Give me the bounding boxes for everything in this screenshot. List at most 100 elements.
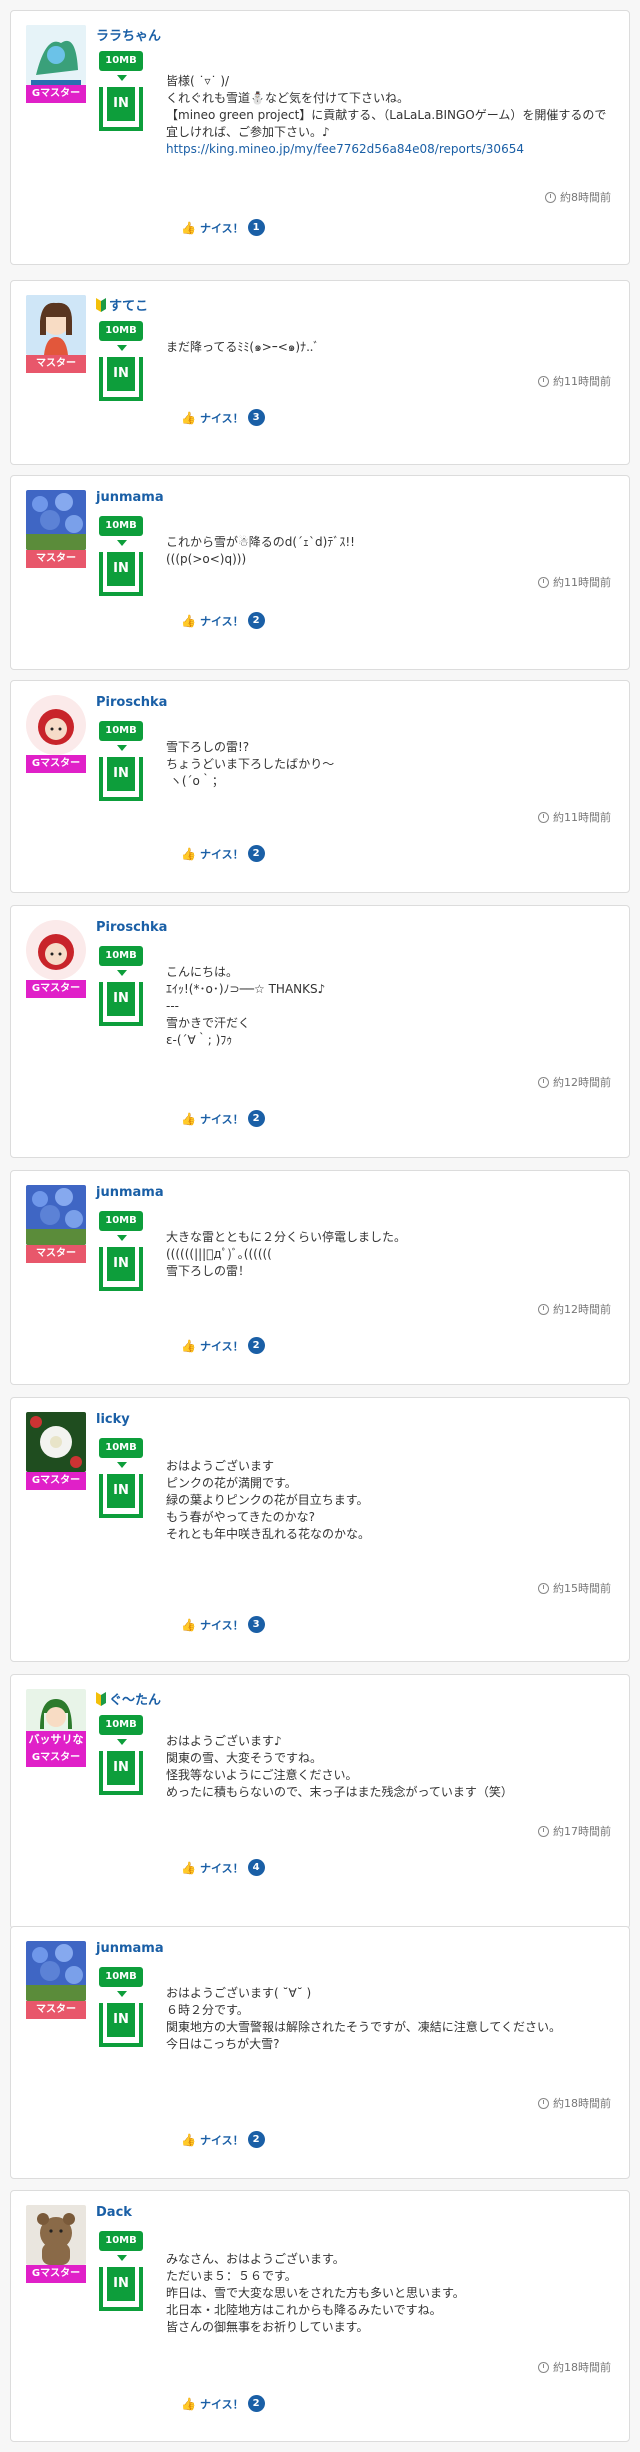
clock-icon (538, 576, 549, 588)
rank-badge-top: バッサリな (26, 1731, 86, 1749)
inbox-icon: IN (99, 982, 143, 1026)
inbox-icon: IN (99, 357, 143, 401)
down-arrow-icon (117, 345, 127, 351)
clock-icon (538, 375, 549, 387)
username-link[interactable]: Dack (96, 2205, 132, 2220)
post-card: Gマスター Dack 10MB IN みなさん、おはようございます。 ただいま５… (10, 2190, 630, 2442)
capacity-badge: 10MB (99, 946, 143, 966)
rank-badge: マスター (26, 355, 86, 373)
beginner-mark-icon (96, 1691, 106, 1706)
clock-icon (538, 2097, 549, 2109)
nice-button[interactable]: 👍 ナイス！ 2 (181, 1337, 265, 1354)
post-card: マスター junmama 10MB IN 大きな雷とともに２分くらい停電しました… (10, 1170, 630, 1385)
post-time-text: 約12時間前 (553, 1076, 611, 1089)
post-time-text: 約17時間前 (553, 1825, 611, 1838)
rank-badge: Gマスター (26, 755, 86, 773)
beginner-mark-icon (96, 297, 106, 312)
username-link[interactable]: junmama (96, 1941, 164, 1956)
nice-count: 2 (247, 2395, 265, 2412)
nice-count: 2 (247, 845, 265, 862)
avatar[interactable] (26, 920, 86, 980)
username-text[interactable]: licky (96, 1412, 130, 1427)
nice-button[interactable]: 👍 ナイス！ 3 (181, 1616, 265, 1633)
post-time-text: 約11時間前 (553, 576, 611, 589)
username-link[interactable]: すてこ (96, 295, 148, 314)
capacity-badge: 10MB (99, 516, 143, 536)
inbox-label: IN (107, 1751, 135, 1785)
report-link[interactable]: https://king.mineo.jp/my/fee7762d56a84e0… (166, 142, 524, 156)
thumbs-up-icon: 👍 (181, 1111, 196, 1126)
inbox-label: IN (107, 552, 135, 586)
username-link[interactable]: licky (96, 1412, 130, 1427)
username-link[interactable]: ララちゃん (96, 25, 161, 44)
rank-badge: Gマスター (26, 980, 86, 998)
nice-button[interactable]: 👍 ナイス！ 2 (181, 2131, 265, 2148)
avatar[interactable] (26, 1412, 86, 1472)
nice-label: ナイス！ (199, 847, 244, 861)
username-link[interactable]: Piroschka (96, 920, 167, 935)
message-text: こんにちは。 ｴｲｯ!(*･o･)ﾉ⊃──☆ THANKS♪ --- 雪かきで汗… (166, 965, 326, 1047)
nice-count: 1 (247, 219, 265, 236)
inbox-icon: IN (99, 552, 143, 596)
username-link[interactable]: Piroschka (96, 695, 167, 710)
username-link[interactable]: junmama (96, 1185, 164, 1200)
message-text: これから雪が☃降るのd(´ｪ`d)ﾃﾞｽ!! (((p(>o<)q))) (166, 535, 355, 566)
username-link[interactable]: ぐ〜たん (96, 1689, 161, 1708)
post-time-text: 約12時間前 (553, 1303, 611, 1316)
rank-badge: Gマスター (26, 85, 86, 103)
post-time: 約18時間前 (538, 2359, 611, 2375)
avatar[interactable] (26, 1941, 86, 2001)
avatar[interactable] (26, 295, 86, 355)
nice-button[interactable]: 👍 ナイス！ 2 (181, 2395, 265, 2412)
post-time: 約8時間前 (545, 189, 611, 205)
nice-count: 3 (247, 409, 265, 426)
nice-label: ナイス！ (199, 614, 244, 628)
username-text[interactable]: ララちゃん (96, 25, 161, 44)
avatar[interactable] (26, 1185, 86, 1245)
rank-badge: Gマスター (26, 1749, 86, 1767)
thumbs-up-icon: 👍 (181, 1860, 196, 1875)
nice-label: ナイス！ (199, 1112, 244, 1126)
down-arrow-icon (117, 1991, 127, 1997)
post-time-text: 約11時間前 (553, 811, 611, 824)
post-card: マスター すてこ 10MB IN まだ降ってるﾐﾐ(๑>ｰ<๑)ﾅ..ﾞ 約11… (10, 280, 630, 465)
nice-button[interactable]: 👍 ナイス！ 2 (181, 845, 265, 862)
thumbs-up-icon: 👍 (181, 2132, 196, 2147)
nice-count: 4 (247, 1859, 265, 1876)
username-text[interactable]: junmama (96, 1185, 164, 1200)
nice-count: 2 (247, 1337, 265, 1354)
username-text[interactable]: Dack (96, 2205, 132, 2220)
clock-icon (538, 2361, 549, 2373)
clock-icon (545, 191, 556, 203)
post-time-text: 約8時間前 (560, 191, 611, 204)
nice-button[interactable]: 👍 ナイス！ 2 (181, 612, 265, 629)
nice-button[interactable]: 👍 ナイス！ 1 (181, 219, 265, 236)
nice-button[interactable]: 👍 ナイス！ 4 (181, 1859, 265, 1876)
avatar[interactable] (26, 2205, 86, 2265)
nice-label: ナイス！ (199, 2133, 244, 2147)
username-text[interactable]: ぐ〜たん (109, 1689, 161, 1708)
username-text[interactable]: Piroschka (96, 695, 167, 710)
nice-label: ナイス！ (199, 411, 244, 425)
down-arrow-icon (117, 745, 127, 751)
nice-button[interactable]: 👍 ナイス！ 2 (181, 1110, 265, 1127)
username-text[interactable]: junmama (96, 490, 164, 505)
down-arrow-icon (117, 540, 127, 546)
clock-icon (538, 1825, 549, 1837)
username-link[interactable]: junmama (96, 490, 164, 505)
username-text[interactable]: Piroschka (96, 920, 167, 935)
avatar[interactable] (26, 490, 86, 550)
avatar[interactable] (26, 25, 86, 85)
post-card: Gマスター ララちゃん 10MB IN 皆様( ˙▿˙ )/ くれぐれも雪道⛄️… (10, 10, 630, 265)
avatar[interactable] (26, 695, 86, 755)
username-text[interactable]: すてこ (109, 295, 148, 314)
inbox-label: IN (107, 2267, 135, 2301)
post-card: Gマスター licky 10MB IN おはようございます ピンクの花が満開です… (10, 1397, 630, 1662)
message-text: 雪下ろしの雷!? ちょうどいま下ろしたばかり〜 ヽ(´o｀； (166, 740, 335, 788)
nice-count: 2 (247, 612, 265, 629)
post-time: 約17時間前 (538, 1823, 611, 1839)
down-arrow-icon (117, 75, 127, 81)
message-text: 皆様( ˙▿˙ )/ くれぐれも雪道⛄️など気を付けて下さいね。 【mineo … (166, 73, 616, 158)
nice-button[interactable]: 👍 ナイス！ 3 (181, 409, 265, 426)
username-text[interactable]: junmama (96, 1941, 164, 1956)
